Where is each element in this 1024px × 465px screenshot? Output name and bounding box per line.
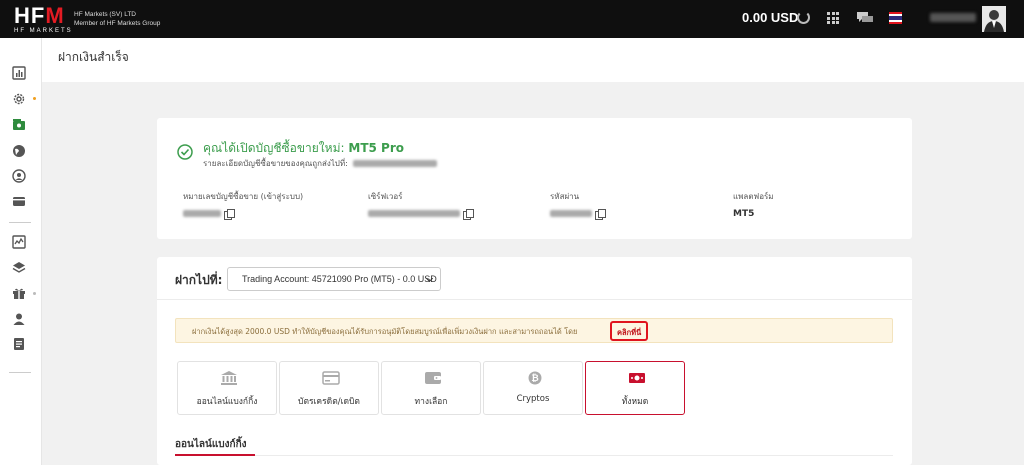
section-underline [175, 454, 255, 456]
success-subtitle: รายละเอียดบัญชีซื้อขายของคุณถูกส่งไปที่: [203, 157, 438, 170]
click-here-link-highlight[interactable]: คลิกที่นี่ [610, 321, 648, 341]
password-field: รหัสผ่าน [550, 190, 606, 220]
user-icon[interactable] [12, 312, 26, 326]
email-sent-label: รายละเอียดบัญชีซื้อขายของคุณถูกส่งไปที่: [203, 159, 348, 168]
username-blurred[interactable] [930, 13, 976, 22]
password-label: รหัสผ่าน [550, 192, 580, 201]
sidebar-divider [9, 372, 31, 373]
copy-icon[interactable] [595, 208, 606, 220]
method-all[interactable]: ทั้งหมด [585, 361, 685, 415]
profile-circle-icon[interactable] [12, 169, 26, 183]
bank-icon [221, 371, 237, 385]
dashboard-chart-icon[interactable] [12, 66, 26, 80]
login-value-blurred [183, 210, 221, 217]
account-success-card: คุณได้เปิดบัญชีซื้อขายใหม่: MT5 Pro รายล… [157, 118, 912, 239]
divider [157, 299, 912, 300]
section-rule [175, 455, 893, 456]
deposit-limit-notice: ฝากเงินได้สูงสุด 2000.0 USD ทำให้บัญชีขอ… [175, 318, 893, 343]
hfm-logo[interactable]: HFM HF MARKETS [14, 3, 73, 35]
refresh-icon[interactable] [797, 11, 810, 24]
page-title: ฝากเงินสำเร็จ [58, 50, 129, 64]
notice-text: ฝากเงินได้สูงสุด 2000.0 USD ทำให้บัญชีขอ… [192, 327, 578, 336]
balance-display: 0.00 USD [742, 10, 799, 25]
platform-label: แพลตฟอร์ม [733, 192, 774, 201]
sidebar-divider [9, 222, 31, 223]
svg-text:₿: ₿ [531, 373, 538, 384]
password-value-blurred [550, 210, 592, 217]
server-value-blurred [368, 210, 460, 217]
method-label: Cryptos [516, 394, 550, 404]
layers-icon[interactable] [12, 261, 26, 275]
logo-wordmark: HFM [14, 3, 65, 28]
company-line2: Member of HF Markets Group [74, 20, 161, 27]
account-select-value: Trading Account: 45721090 Pro (MT5) - 0.… [242, 274, 437, 284]
platform-field: แพลตฟอร์ม MT5 [733, 190, 774, 219]
server-label: เซิร์ฟเวอร์ [368, 192, 403, 201]
gift-icon[interactable] [12, 286, 26, 300]
globe-icon[interactable] [12, 144, 26, 158]
apps-grid-icon[interactable] [827, 12, 839, 24]
bitcoin-icon: ₿ [528, 371, 542, 385]
top-bar: HFM HF MARKETS HF Markets (SV) LTD Membe… [0, 0, 1024, 38]
method-credit-card[interactable]: บัตรเครดิต/เดบิต [279, 361, 379, 415]
money-icon [629, 373, 645, 383]
account-product: MT5 Pro [348, 141, 404, 155]
expand-dot [33, 292, 36, 295]
method-label: ออนไลน์แบงก์กิ้ง [196, 397, 258, 407]
deposit-cash-icon[interactable] [12, 118, 26, 132]
method-online-banking[interactable]: ออนไลน์แบงก์กิ้ง [177, 361, 277, 415]
notification-dot [33, 97, 36, 100]
method-alternative[interactable]: ทางเลือก [381, 361, 481, 415]
credit-card-icon [322, 371, 340, 385]
logo-subtitle: HF MARKETS [14, 28, 73, 34]
avatar[interactable] [982, 6, 1006, 32]
wallet-icon [425, 372, 441, 384]
success-check-icon [177, 144, 193, 160]
platform-value: MT5 [733, 208, 755, 219]
page-header: ฝากเงินสำเร็จ [42, 38, 1024, 82]
company-info: HF Markets (SV) LTD Member of HF Markets… [74, 10, 160, 28]
settings-gear-icon[interactable] [12, 92, 26, 106]
method-label: บัตรเครดิต/เดบิต [298, 397, 360, 407]
chat-icon[interactable] [857, 12, 873, 24]
method-cryptos[interactable]: ₿ Cryptos [483, 361, 583, 415]
trading-chart-icon[interactable] [12, 235, 26, 249]
thai-flag-icon[interactable] [889, 12, 902, 24]
login-field: หมายเลขบัญชีซื้อขาย (เข้าสู่ระบบ) [183, 190, 304, 220]
click-here-link[interactable]: คลิกที่นี่ [617, 327, 641, 339]
success-title-prefix: คุณได้เปิดบัญชีซื้อขายใหม่: [203, 141, 345, 155]
method-label: ทางเลือก [414, 397, 448, 407]
email-blurred [353, 160, 438, 167]
copy-icon[interactable] [463, 208, 474, 220]
wallet-icon[interactable] [12, 194, 26, 208]
section-title: ออนไลน์แบงก์กิ้ง [175, 439, 247, 450]
deposit-to-label: ฝากไปที่: [175, 273, 223, 287]
method-label: ทั้งหมด [621, 397, 649, 407]
company-line1: HF Markets (SV) LTD [74, 11, 136, 18]
login-label: หมายเลขบัญชีซื้อขาย (เข้าสู่ระบบ) [183, 192, 304, 201]
document-list-icon[interactable] [12, 337, 26, 351]
server-field: เซิร์ฟเวอร์ [368, 190, 474, 220]
deposit-card: ฝากไปที่: Trading Account: 45721090 Pro … [157, 257, 912, 465]
account-select[interactable]: Trading Account: 45721090 Pro (MT5) - 0.… [227, 267, 441, 291]
sidebar [0, 38, 42, 465]
success-title: คุณได้เปิดบัญชีซื้อขายใหม่: MT5 Pro [203, 139, 404, 158]
copy-icon[interactable] [224, 208, 235, 220]
